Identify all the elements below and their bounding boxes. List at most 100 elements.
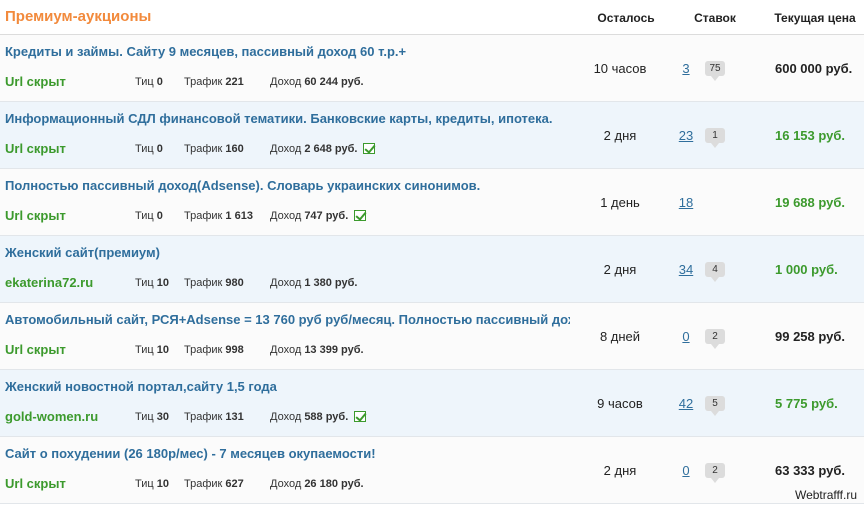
site-url: Url скрыт (5, 141, 66, 156)
tic-value: 0 (156, 143, 163, 155)
column-header-time-left[interactable]: Осталось (586, 11, 666, 25)
column-header-bids[interactable]: Ставок (675, 11, 755, 25)
tic-label: Тиц (135, 411, 154, 423)
site-url: Url скрыт (5, 476, 66, 491)
traffic-label: Трафик (184, 344, 223, 356)
income-stat: Доход 2 648 руб. (270, 143, 376, 155)
tic-stat: Тиц 10 (135, 478, 169, 490)
tic-stat: Тиц 10 (135, 277, 169, 289)
watermark: Webtrafff.ru (794, 488, 857, 502)
traffic-stat: Трафик 998 (184, 344, 244, 356)
bids-count-link[interactable]: 0 (672, 329, 700, 344)
tic-label: Тиц (135, 143, 154, 155)
auction-row: Женский сайт(премиум) ekaterina72.ru Тиц… (0, 236, 864, 303)
traffic-label: Трафик (184, 411, 223, 423)
time-left: 2 дня (603, 262, 637, 277)
income-label: Доход (270, 344, 302, 356)
traffic-label: Трафик (184, 210, 223, 222)
comments-bubble-icon[interactable]: 75 (705, 61, 725, 81)
auction-row: Автомобильный сайт, РСЯ+Adsense = 13 760… (0, 303, 864, 370)
income-stat: Доход 747 руб. (270, 210, 367, 222)
site-url: ekaterina72.ru (5, 275, 94, 290)
lot-title-link[interactable]: Женский сайт(премиум) (5, 245, 570, 260)
traffic-value: 131 (225, 411, 244, 423)
tic-label: Тиц (135, 478, 154, 490)
income-label: Доход (270, 478, 302, 490)
tic-label: Тиц (135, 344, 154, 356)
bids-count-link[interactable]: 23 (672, 128, 700, 143)
column-header-current-price[interactable]: Текущая цена (765, 11, 864, 25)
time-left: 8 дней (599, 329, 641, 344)
income-stat: Доход 26 180 руб. (270, 478, 364, 490)
time-left: 1 день (600, 195, 640, 210)
traffic-label: Трафик (184, 478, 223, 490)
income-value: 60 244 руб. (304, 76, 364, 88)
traffic-stat: Трафик 160 (184, 143, 244, 155)
site-url: Url скрыт (5, 74, 66, 89)
traffic-value: 980 (225, 277, 244, 289)
time-left: 9 часов (597, 396, 643, 411)
income-value: 13 399 руб. (304, 344, 364, 356)
income-label: Доход (270, 210, 302, 222)
current-price: 63 333 руб. (775, 463, 846, 478)
lot-title-link[interactable]: Автомобильный сайт, РСЯ+Adsense = 13 760… (5, 312, 570, 327)
traffic-stat: Трафик 131 (184, 411, 244, 423)
auction-row: Кредиты и займы. Сайту 9 месяцев, пассив… (0, 35, 864, 102)
section-title: Премиум-аукционы (5, 8, 152, 25)
income-value: 747 руб. (304, 210, 349, 222)
lot-title-link[interactable]: Сайт о похудении (26 180р/мес) - 7 месяц… (5, 446, 570, 461)
tic-stat: Тиц 0 (135, 143, 163, 155)
tic-label: Тиц (135, 277, 154, 289)
time-left: 2 дня (603, 463, 637, 478)
traffic-stat: Трафик 221 (184, 76, 244, 88)
bids-count-link[interactable]: 42 (672, 396, 700, 411)
bids-count-link[interactable]: 34 (672, 262, 700, 277)
current-price: 5 775 руб. (775, 396, 838, 411)
comments-bubble-icon[interactable]: 4 (705, 262, 725, 282)
income-label: Доход (270, 277, 302, 289)
current-price: 1 000 руб. (775, 262, 838, 277)
lot-title-link[interactable]: Кредиты и займы. Сайту 9 месяцев, пассив… (5, 44, 570, 59)
traffic-stat: Трафик 1 613 (184, 210, 253, 222)
site-url: Url скрыт (5, 342, 66, 357)
income-label: Доход (270, 76, 302, 88)
income-value: 26 180 руб. (304, 478, 364, 490)
current-price: 16 153 руб. (775, 128, 846, 143)
comments-bubble-icon[interactable]: 5 (705, 396, 725, 416)
tic-value: 10 (156, 344, 169, 356)
verified-check-icon (354, 411, 367, 422)
income-label: Доход (270, 411, 302, 423)
auction-list: Кредиты и займы. Сайту 9 месяцев, пассив… (0, 35, 864, 504)
income-label: Доход (270, 143, 302, 155)
tic-label: Тиц (135, 76, 154, 88)
auction-row: Полностью пассивный доход(Adsense). Слов… (0, 169, 864, 236)
current-price: 600 000 руб. (775, 61, 853, 76)
income-value: 588 руб. (304, 411, 349, 423)
traffic-stat: Трафик 627 (184, 478, 244, 490)
tic-value: 30 (156, 411, 169, 423)
lot-title-link[interactable]: Полностью пассивный доход(Adsense). Слов… (5, 178, 570, 193)
verified-check-icon (363, 143, 376, 154)
tic-value: 0 (156, 76, 163, 88)
tic-value: 10 (156, 277, 169, 289)
bids-count-link[interactable]: 18 (672, 195, 700, 210)
traffic-value: 1 613 (225, 210, 253, 222)
bids-count-link[interactable]: 0 (672, 463, 700, 478)
tic-value: 0 (156, 210, 163, 222)
traffic-value: 160 (225, 143, 244, 155)
comments-bubble-icon[interactable]: 2 (705, 463, 725, 483)
income-stat: Доход 13 399 руб. (270, 344, 364, 356)
comments-bubble-icon[interactable]: 2 (705, 329, 725, 349)
lot-title-link[interactable]: Информационный СДЛ финансовой тематики. … (5, 111, 570, 126)
traffic-label: Трафик (184, 277, 223, 289)
site-url: gold-women.ru (5, 409, 99, 424)
tic-stat: Тиц 30 (135, 411, 169, 423)
lot-title-link[interactable]: Женский новостной портал,сайту 1,5 года (5, 379, 570, 394)
bids-count-link[interactable]: 3 (672, 61, 700, 76)
traffic-stat: Трафик 980 (184, 277, 244, 289)
tic-stat: Тиц 0 (135, 210, 163, 222)
auction-row: Женский новостной портал,сайту 1,5 года … (0, 370, 864, 437)
traffic-value: 221 (225, 76, 244, 88)
comments-bubble-icon[interactable]: 1 (705, 128, 725, 148)
traffic-label: Трафик (184, 143, 223, 155)
